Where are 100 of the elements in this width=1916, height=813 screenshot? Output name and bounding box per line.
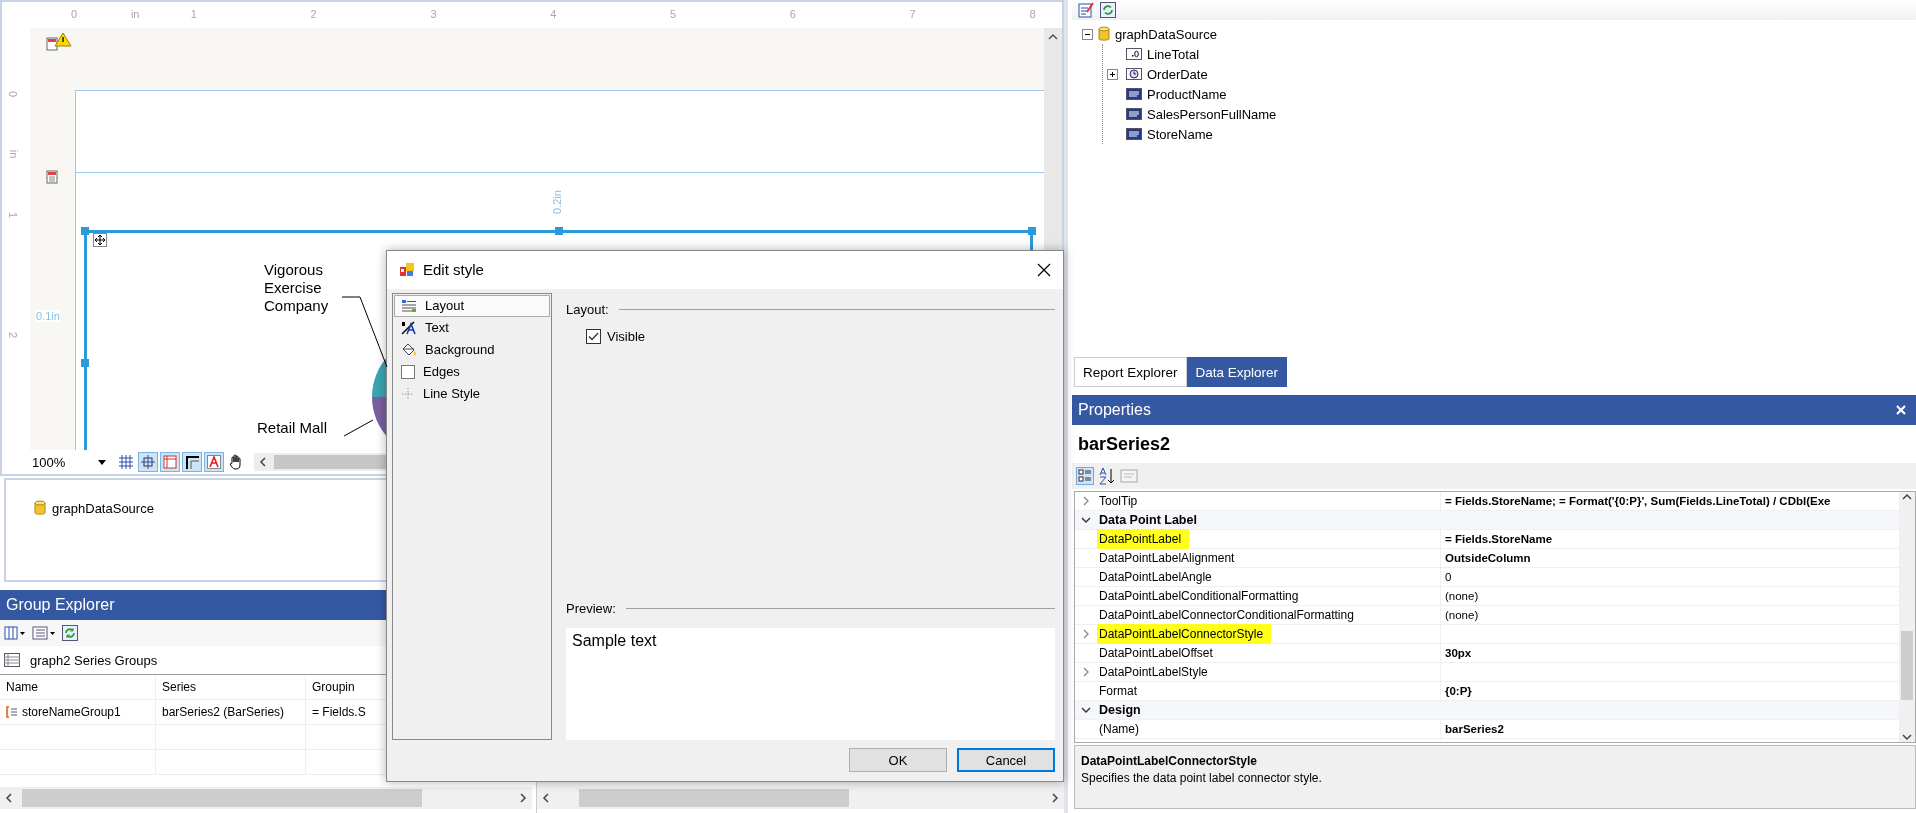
leader-line [344,419,374,437]
tree-item[interactable]: graphDataSource [1115,26,1217,42]
text-field-icon [1126,108,1142,120]
hand-icon [228,454,244,470]
list-icon[interactable] [32,626,56,640]
categorized-icon[interactable] [1076,467,1094,485]
object-name: barSeries2 [1077,432,1172,456]
toolbar-button[interactable] [182,452,202,472]
margin-label: 0.1in [36,310,60,322]
ruler-number: 6 [789,8,796,20]
resize-handle[interactable] [1028,227,1036,235]
columns-icon[interactable] [4,626,26,640]
ruler-number: in [8,149,21,159]
tree-item[interactable]: ProductName [1147,86,1227,102]
category-item[interactable]: Text [394,316,550,339]
data-source-name[interactable]: graphDataSource [52,500,154,516]
category-item[interactable]: Layout [394,294,550,317]
category-name[interactable]: Data Point Label [1097,513,1197,527]
property-value[interactable]: (none) [1445,609,1479,621]
ruler-number: in [130,8,140,20]
property-value[interactable]: barSeries2 [1445,723,1504,735]
table-cell[interactable]: storeNameGroup1 [22,705,121,719]
expand-icon[interactable] [1106,68,1118,80]
resize-handle[interactable] [554,227,563,235]
scrollbar-thumb[interactable] [579,789,849,807]
category-row[interactable]: Data Point Label [1075,511,1899,530]
horizontal-scrollbar[interactable] [537,787,1064,809]
category-row[interactable]: Design [1075,701,1899,720]
square-icon [401,364,415,379]
property-value[interactable]: {0:P} [1445,685,1472,697]
property-value[interactable]: 30px [1445,647,1472,659]
property-value[interactable]: = Fields.StoreName [1445,533,1553,545]
property-value[interactable]: (none) [1445,590,1479,602]
ruler-number: 7 [909,8,916,20]
property-name[interactable]: (Name) [1097,721,1141,737]
data-label: Vigorous Exercise Company [264,261,330,315]
corner-icon [185,455,199,469]
property-name[interactable]: DataPointLabelAlignment [1097,550,1237,566]
close-icon[interactable] [1037,262,1051,277]
database-icon [1098,26,1110,42]
table-icon [4,653,20,667]
table-cell[interactable]: barSeries2 (BarSeries) [156,700,306,724]
paint-bucket-icon [401,342,417,357]
property-value[interactable]: 0 [1445,571,1452,583]
category-name[interactable]: Design [1097,703,1141,717]
property-name[interactable]: DataPointLabelAngle [1097,569,1214,585]
move-icon[interactable] [93,233,107,247]
checkbox[interactable] [586,328,601,344]
tree-item[interactable]: OrderDate [1147,66,1208,82]
scrollbar-thumb[interactable] [22,789,422,807]
resize-handle[interactable] [81,359,89,367]
vertical-scrollbar[interactable] [1899,492,1915,742]
column-header[interactable]: Name [0,675,156,699]
scroll-up-icon[interactable] [1901,492,1913,502]
property-name[interactable]: ToolTip [1097,493,1140,509]
scroll-down-icon[interactable] [1901,732,1913,742]
ruler-number: 0 [71,8,78,20]
ruler-number: 3 [430,8,437,20]
ruler-number: 4 [550,8,557,20]
sort-icon[interactable] [1098,467,1116,485]
checkbox-label[interactable]: Visible [607,328,646,344]
refresh-icon[interactable] [62,625,78,641]
crosshair-icon [401,386,415,401]
category-item[interactable]: Line Style [394,382,550,405]
horizontal-scrollbar[interactable] [0,787,532,809]
property-value[interactable]: OutsideColumn [1445,552,1531,564]
column-header[interactable]: Series [156,675,306,699]
collapse-icon[interactable] [1082,28,1093,40]
property-value[interactable]: = Fields.StoreName; = Format('{0:P}', Sum(Fields.LineTotal) / CDbl(Exe [1445,495,1831,507]
ruler-number: 1 [190,8,197,20]
category-item[interactable]: Edges [394,360,550,383]
property-name[interactable]: DataPointLabel [1097,529,1190,549]
scrollbar-thumb[interactable] [1901,630,1913,700]
property-name[interactable]: DataPointLabelConditionalFormatting [1097,588,1301,604]
resize-handle[interactable] [81,227,89,235]
property-name[interactable]: DataPointLabelConnectorConditionalFormatting [1097,607,1356,623]
collapse-icon[interactable] [1081,516,1091,524]
tree-item[interactable]: SalesPersonFullName [1147,106,1277,122]
edit-icon[interactable] [1078,2,1094,18]
property-name[interactable]: DataPointLabelStyle [1097,664,1210,680]
number-field-icon [1126,48,1142,60]
tree-item[interactable]: LineTotal [1147,46,1200,62]
tab[interactable]: Report Explorer [1074,357,1187,387]
section-icon [46,32,72,52]
property-name[interactable]: Format [1097,683,1139,699]
ruler-number: 1 [7,211,20,219]
description-text: Specifies the data point label connector style. [1081,771,1323,785]
refresh-icon[interactable] [1100,2,1116,18]
snap-icon [141,455,155,469]
tab[interactable]: Data Explorer [1186,357,1288,387]
dialog-title: Edit style [423,261,484,279]
collapse-icon[interactable] [1081,706,1091,714]
dialog-button[interactable]: OK [849,748,947,773]
dialog-button[interactable]: Cancel [957,748,1055,773]
tree-item[interactable]: StoreName [1147,126,1213,142]
style-icon [399,261,415,278]
property-name[interactable]: DataPointLabelOffset [1097,645,1215,661]
data-label: Retail Mall [257,419,328,436]
property-name[interactable]: DataPointLabelConnectorStyle [1097,624,1272,644]
category-item[interactable]: Background [394,338,550,361]
